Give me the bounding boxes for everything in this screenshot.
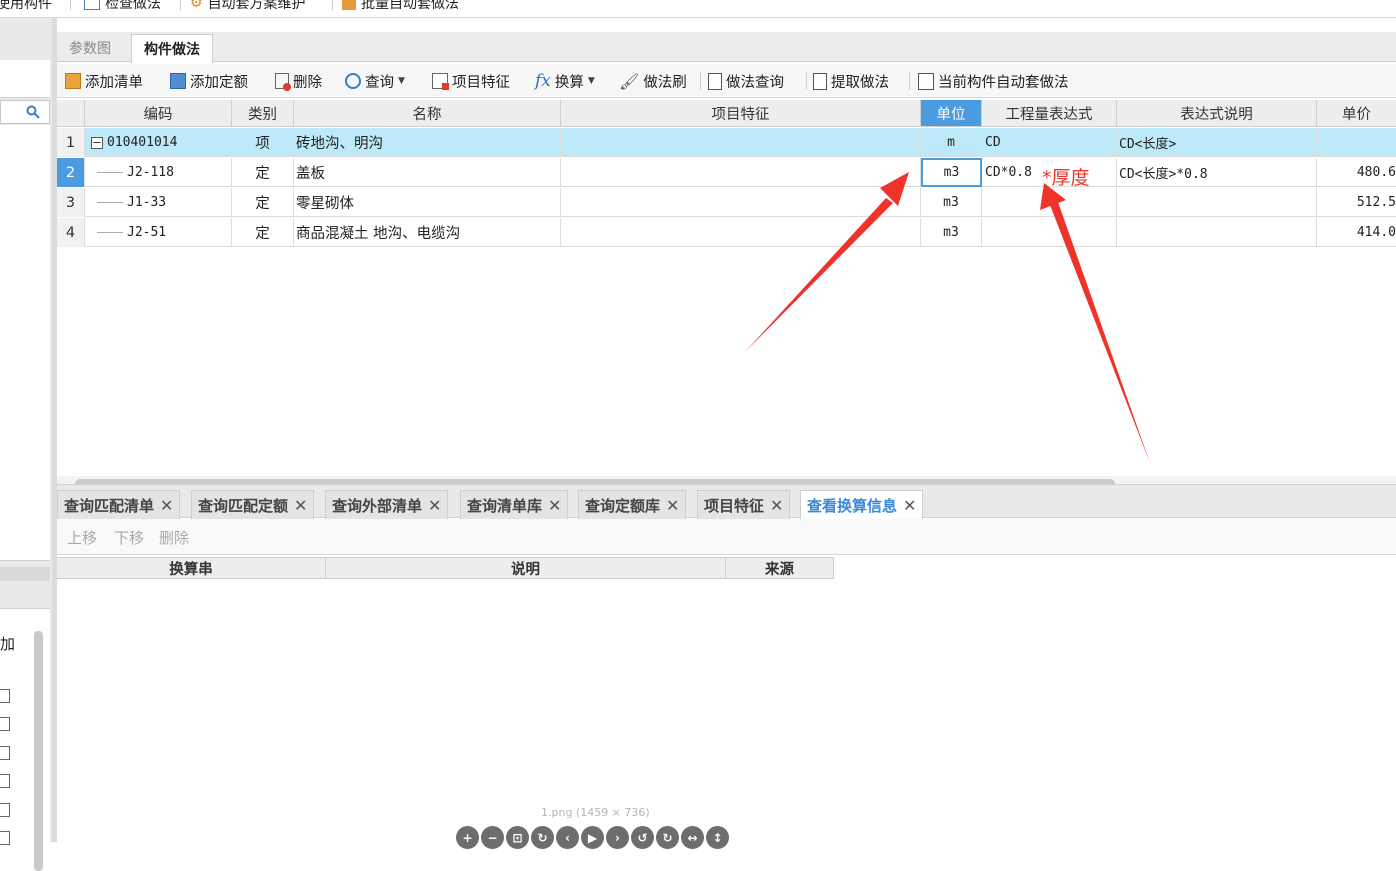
actual-size-icon[interactable]: ⊡ <box>506 826 529 849</box>
zoom-in-icon[interactable]: + <box>456 826 479 849</box>
next-icon[interactable]: › <box>606 826 629 849</box>
red-arrow <box>745 172 909 352</box>
viewer-file-label: 1.png (1459 × 736) <box>541 806 650 819</box>
red-arrow <box>1040 183 1150 463</box>
viewer-controls: + − ⊡ ↻ ‹ ▶ › ↺ ↻ ↔ ↕ <box>456 826 729 856</box>
refresh-icon[interactable]: ↻ <box>531 826 554 849</box>
previous-icon[interactable]: ‹ <box>556 826 579 849</box>
rotate-left-icon[interactable]: ↺ <box>631 826 654 849</box>
flip-horizontal-icon[interactable]: ↔ <box>681 826 704 849</box>
rotate-right-icon[interactable]: ↻ <box>656 826 679 849</box>
annotation-arrows <box>745 172 1150 463</box>
zoom-out-icon[interactable]: − <box>481 826 504 849</box>
flip-vertical-icon[interactable]: ↕ <box>706 826 729 849</box>
play-icon[interactable]: ▶ <box>581 826 604 849</box>
